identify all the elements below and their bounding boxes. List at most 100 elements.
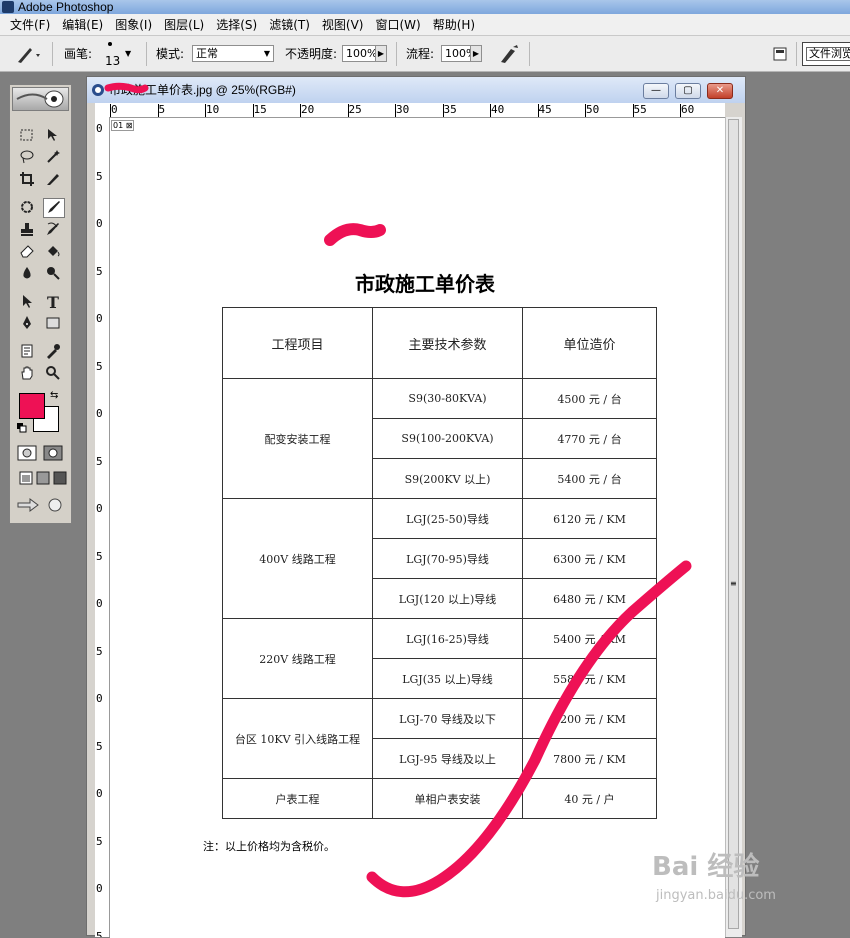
crop-icon[interactable] bbox=[16, 171, 38, 191]
ruler-top-label: 30 bbox=[396, 103, 410, 116]
opacity-slider-arrow-icon[interactable]: ▶ bbox=[375, 45, 387, 62]
shape-icon[interactable] bbox=[42, 315, 64, 335]
move-icon[interactable] bbox=[42, 127, 64, 147]
hand-icon[interactable] bbox=[16, 365, 38, 385]
mode-select[interactable]: 正常 ▼ bbox=[192, 45, 274, 62]
airbrush-icon[interactable] bbox=[498, 36, 520, 72]
paint-bucket-icon[interactable] bbox=[42, 243, 64, 263]
default-colors-icon[interactable] bbox=[17, 422, 27, 436]
maximize-button[interactable]: ▢ bbox=[675, 83, 701, 99]
ruler-left-label: 5 bbox=[96, 454, 103, 468]
document-title-bar[interactable]: 市政施工单价表.jpg @ 25%(RGB#) — ▢ ✕ bbox=[87, 77, 745, 103]
zoom-icon[interactable] bbox=[42, 365, 64, 385]
imageready-icon[interactable] bbox=[44, 497, 66, 517]
image-canvas[interactable]: 01 ⊠ 市政施工单价表 工程项目 主要技术参数 单位造价 配变安装工程 S9(30-8… bbox=[110, 118, 725, 938]
menu-image[interactable]: 图象(I) bbox=[109, 14, 158, 36]
vertical-scrollbar[interactable]: ≡ bbox=[725, 117, 742, 937]
brush-icon[interactable] bbox=[43, 198, 65, 218]
parameter-cell: LGJ-70 导线及以下 bbox=[372, 698, 523, 739]
menu-edit[interactable]: 编辑(E) bbox=[56, 14, 109, 36]
app-title: Adobe Photoshop bbox=[18, 0, 114, 14]
parameter-cell: LGJ(70-95)导线 bbox=[372, 538, 523, 579]
price-cell: 6480 元 / KM bbox=[522, 578, 657, 619]
table-row: 220V 线路工程 LGJ(16-25)导线 5400 元 / KM bbox=[222, 618, 657, 699]
parameter-cell: S9(30-80KVA) bbox=[372, 378, 523, 419]
menu-view[interactable]: 视图(V) bbox=[316, 14, 370, 36]
price-cell: 40 元 / 户 bbox=[522, 778, 657, 819]
palette-well-icon[interactable] bbox=[772, 36, 788, 72]
options-separator bbox=[146, 42, 147, 66]
type-icon[interactable]: T bbox=[42, 293, 64, 313]
foreground-color-swatch[interactable] bbox=[19, 393, 45, 419]
price-cell: 4500 元 / 台 bbox=[522, 378, 657, 419]
ruler-left-label: 0 bbox=[96, 407, 103, 420]
notes-icon[interactable] bbox=[16, 343, 38, 363]
project-cell: 400V 线路工程 bbox=[222, 498, 373, 619]
ruler-top-label: 40 bbox=[491, 103, 505, 116]
ruler-left-label: 5 bbox=[96, 169, 103, 183]
menu-filter[interactable]: 滤镜(T) bbox=[263, 14, 316, 36]
ruler-tick bbox=[395, 104, 396, 117]
flow-slider-arrow-icon[interactable]: ▶ bbox=[470, 45, 482, 62]
path-select-icon[interactable] bbox=[16, 293, 38, 313]
mode-value: 正常 bbox=[196, 47, 218, 60]
file-browser-tab: 文件浏览 bbox=[806, 47, 850, 61]
flow-input[interactable]: 100% bbox=[441, 45, 471, 62]
blur-icon[interactable] bbox=[16, 265, 38, 285]
marquee-icon[interactable] bbox=[16, 127, 38, 147]
scrollbar-thumb[interactable]: ≡ bbox=[728, 119, 739, 929]
toolbox-header-logo-icon[interactable] bbox=[12, 87, 69, 111]
ruler-tick bbox=[110, 104, 111, 117]
ruler-left-label: 0 bbox=[96, 502, 103, 515]
healing-brush-icon[interactable] bbox=[16, 199, 38, 219]
menu-layer[interactable]: 图层(L) bbox=[158, 14, 210, 36]
lasso-icon[interactable] bbox=[16, 149, 38, 169]
ruler-tick bbox=[537, 104, 539, 117]
price-cell: 6120 元 / KM bbox=[522, 498, 657, 539]
full-screen-mode-icon[interactable] bbox=[49, 471, 71, 491]
ruler-top-label: 0 bbox=[111, 103, 118, 116]
magic-wand-icon[interactable] bbox=[42, 149, 64, 169]
ruler-tick bbox=[205, 104, 206, 117]
brush-picker-dropdown-icon[interactable]: ▼ bbox=[125, 36, 131, 72]
menu-select[interactable]: 选择(S) bbox=[210, 14, 263, 36]
ruler-top-label: 20 bbox=[301, 103, 315, 116]
flow-label: 流程: bbox=[406, 47, 435, 61]
history-brush-icon[interactable] bbox=[42, 221, 64, 241]
project-cell: 220V 线路工程 bbox=[222, 618, 373, 699]
menu-file[interactable]: 文件(F) bbox=[4, 14, 56, 36]
ruler-top-label: 55 bbox=[633, 103, 647, 116]
ruler-top-label: 15 bbox=[253, 103, 267, 116]
quick-mask-mode-icon[interactable] bbox=[42, 445, 64, 465]
minimize-button[interactable]: — bbox=[643, 83, 669, 99]
ruler-tick bbox=[442, 104, 444, 117]
jump-to-imageready-icon[interactable] bbox=[16, 497, 39, 517]
slice-icon[interactable] bbox=[42, 171, 64, 191]
standard-mode-icon[interactable] bbox=[16, 445, 38, 465]
close-button[interactable]: ✕ bbox=[707, 83, 733, 99]
file-browser-button[interactable]: 文件浏览 bbox=[802, 42, 850, 66]
price-table: 工程项目 主要技术参数 单位造价 配变安装工程 S9(30-80KVA) 4500 元 /… bbox=[222, 307, 657, 819]
eraser-icon[interactable] bbox=[16, 243, 38, 263]
table-header-cell: 主要技术参数 bbox=[372, 307, 523, 379]
parameter-cell: 单相户表安装 bbox=[372, 778, 523, 819]
document-icon bbox=[91, 83, 105, 100]
clone-stamp-icon[interactable] bbox=[16, 221, 38, 241]
brush-tool-preset-icon[interactable] bbox=[12, 36, 42, 72]
eyedropper-icon[interactable] bbox=[42, 343, 64, 363]
table-row: 户表工程 单相户表安装 40 元 / 户 bbox=[222, 778, 657, 819]
brush-size-value: 13 bbox=[105, 54, 121, 68]
pen-icon[interactable] bbox=[16, 315, 38, 335]
parameter-cell: S9(200KV 以上) bbox=[372, 458, 523, 499]
opacity-input[interactable]: 100% bbox=[342, 45, 376, 62]
menu-window[interactable]: 窗口(W) bbox=[369, 14, 426, 36]
dodge-icon[interactable] bbox=[42, 265, 64, 285]
ruler-top-label: 60 bbox=[681, 103, 695, 116]
menu-help[interactable]: 帮助(H) bbox=[427, 14, 481, 36]
horizontal-ruler[interactable]: 0 5 10 15 20 25 30 35 40 45 50 55 60 bbox=[95, 103, 725, 118]
swap-colors-icon[interactable]: ⇆ bbox=[50, 390, 58, 401]
vertical-ruler[interactable]: 0 5 0 5 0 5 0 5 0 5 0 5 0 5 0 5 0 5 bbox=[95, 117, 110, 937]
ruler-top-label: 50 bbox=[586, 103, 600, 116]
options-separator bbox=[796, 42, 797, 66]
ruler-left-label: 5 bbox=[96, 264, 103, 278]
